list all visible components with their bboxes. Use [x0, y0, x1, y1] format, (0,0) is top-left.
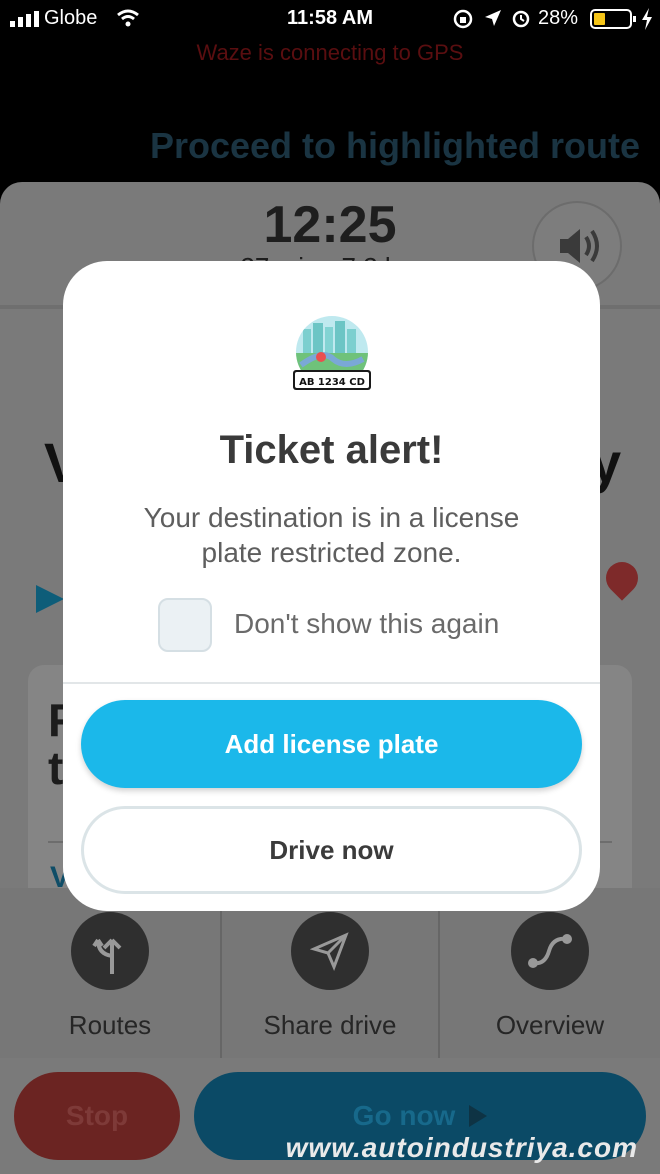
dont-show-again-label[interactable]: Don't show this again	[234, 608, 499, 640]
dialog-message: Your destination is in a license plate r…	[143, 502, 520, 568]
gps-status-message: Waze is connecting to GPS	[196, 40, 464, 65]
card-title-line2: t	[48, 742, 64, 794]
dont-show-again-checkbox[interactable]	[158, 598, 212, 652]
fork-arrow-icon	[71, 912, 149, 990]
alarm-icon	[512, 10, 530, 28]
tab-share-drive-label: Share drive	[263, 1010, 397, 1040]
navigation-instruction: Proceed to highlighted route	[149, 125, 640, 166]
rotation-lock-icon	[453, 9, 473, 29]
tab-overview[interactable]: Overview	[440, 888, 660, 1058]
origin-arrow-icon	[36, 585, 64, 613]
go-now-label: Go now	[352, 1100, 456, 1131]
stop-button[interactable]: Stop	[14, 1072, 180, 1160]
status-bar: Globe 11:58 AM 28%	[0, 0, 660, 38]
battery-percent: 28%	[538, 7, 579, 29]
route-curve-icon	[511, 912, 589, 990]
battery-icon	[590, 9, 636, 29]
watermark: www.autoindustriya.com	[285, 1132, 638, 1163]
tab-routes-label: Routes	[68, 1010, 152, 1040]
location-arrow-icon	[485, 10, 501, 26]
add-license-plate-button[interactable]: Add license plate	[81, 700, 582, 788]
tab-routes[interactable]: Routes	[0, 888, 220, 1058]
license-plate-illustration-icon: AB 1234 CD	[293, 316, 371, 390]
tab-overview-label: Overview	[495, 1010, 605, 1040]
drive-now-button[interactable]: Drive now	[81, 806, 582, 894]
plate-text: AB 1234 CD	[299, 377, 365, 388]
paper-plane-icon	[291, 912, 369, 990]
tab-share-drive[interactable]: Share drive	[220, 888, 440, 1058]
dialog-title: Ticket alert!	[219, 428, 444, 472]
charging-bolt-icon	[642, 8, 652, 30]
play-icon	[469, 1105, 488, 1127]
dialog-divider	[63, 682, 600, 684]
